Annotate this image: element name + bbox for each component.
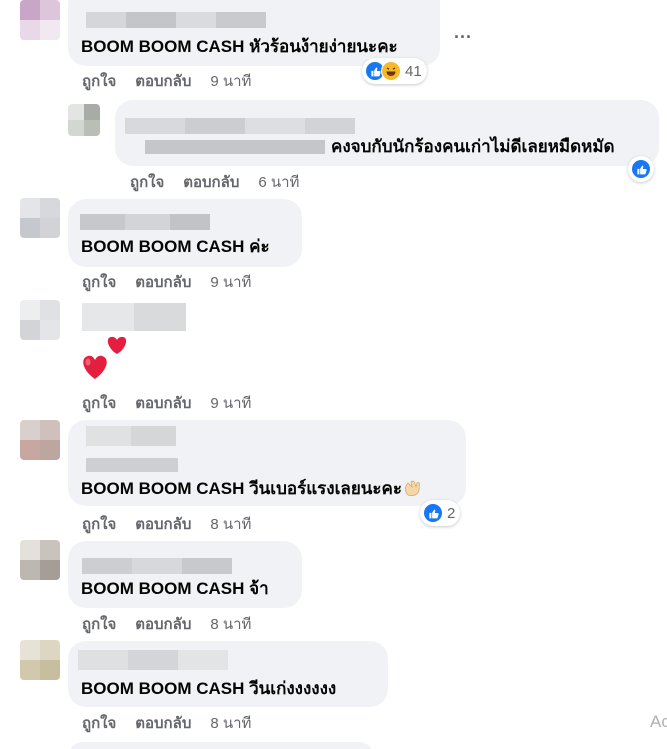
comment-text: BOOM BOOM CASH วีนเก่งงงงงง	[81, 679, 337, 698]
comment-bubble: BOOM BOOM CASH วีนเบอร์แรงเลยนะคะ	[68, 420, 466, 506]
avatar[interactable]	[20, 198, 60, 238]
timestamp[interactable]: 6 นาที	[258, 174, 299, 191]
reaction-summary[interactable]: 41	[362, 58, 427, 84]
comment-actions: ถูกใจ ตอบกลับ 9 นาที	[82, 274, 251, 292]
like-button[interactable]: ถูกใจ	[82, 516, 116, 533]
reaction-count: 41	[405, 62, 422, 80]
comment-bubble: BOOM BOOM CASH วีนเก่งงงงงง	[68, 641, 388, 707]
commenter-name[interactable]	[125, 118, 355, 134]
comment-actions: ถูกใจ ตอบกลับ 8 นาที	[82, 715, 251, 733]
reply-button[interactable]: ตอบกลับ	[135, 395, 191, 412]
reply-button[interactable]: ตอบกลับ	[135, 274, 191, 291]
watermark: Ac	[650, 712, 667, 731]
commenter-name[interactable]	[78, 650, 228, 670]
haha-icon	[381, 61, 401, 81]
timestamp[interactable]: 9 นาที	[210, 274, 251, 291]
reply-button[interactable]: ตอบกลับ	[135, 73, 191, 90]
timestamp[interactable]: 9 นาที	[210, 395, 251, 412]
like-button[interactable]: ถูกใจ	[130, 174, 164, 191]
more-options-icon[interactable]: ...	[454, 22, 472, 43]
like-button[interactable]: ถูกใจ	[82, 395, 116, 412]
commenter-name[interactable]	[80, 214, 210, 230]
reply-button[interactable]: ตอบกลับ	[135, 715, 191, 732]
like-button[interactable]: ถูกใจ	[82, 715, 116, 732]
reaction-summary[interactable]	[628, 156, 654, 182]
comment-text: BOOM BOOM CASH ค่ะ	[81, 237, 270, 256]
avatar[interactable]	[20, 640, 60, 680]
timestamp[interactable]: 8 นาที	[210, 715, 251, 732]
reaction-summary[interactable]: 2	[420, 500, 461, 526]
comment-actions: ถูกใจ ตอบกลับ 8 นาที	[82, 616, 251, 634]
commenter-name[interactable]	[86, 426, 176, 446]
like-icon	[631, 159, 651, 179]
comment-text: BOOM BOOM CASH วีนเบอร์แรงเลยนะคะ	[81, 478, 423, 500]
comment-text: BOOM BOOM CASH จ้า	[81, 579, 269, 598]
like-icon	[423, 503, 443, 523]
comment-bubble: BOOM BOOM CASH จ้า	[68, 541, 302, 608]
commenter-name[interactable]	[86, 12, 266, 28]
two-hearts-icon	[80, 336, 128, 380]
reply-button[interactable]: ตอบกลับ	[183, 174, 239, 191]
comment-bubble	[68, 742, 374, 749]
timestamp[interactable]: 8 นาที	[210, 616, 251, 633]
avatar[interactable]	[68, 104, 100, 136]
avatar[interactable]	[20, 540, 60, 580]
comment-actions: ถูกใจ ตอบกลับ 9 นาที	[82, 73, 251, 91]
reply-button[interactable]: ตอบกลับ	[135, 616, 191, 633]
reaction-count: 2	[447, 504, 456, 522]
comment-actions: ถูกใจ ตอบกลับ 9 นาที	[82, 395, 251, 413]
timestamp[interactable]: 8 นาที	[210, 516, 251, 533]
comment-actions: ถูกใจ ตอบกลับ 8 นาที	[82, 516, 251, 534]
clapping-hands-icon	[403, 479, 423, 497]
commenter-name[interactable]	[82, 558, 232, 574]
commenter-name[interactable]	[82, 303, 186, 331]
like-button[interactable]: ถูกใจ	[82, 616, 116, 633]
avatar[interactable]	[20, 420, 60, 460]
comment-text: คงจบกับนักร้องคนเก่าไม่ดีเลยหมืดหมัด	[331, 137, 615, 156]
reply-button[interactable]: ตอบกลับ	[135, 516, 191, 533]
comment-bubble: BOOM BOOM CASH ค่ะ	[68, 199, 302, 267]
like-button[interactable]: ถูกใจ	[82, 73, 116, 90]
comment-bubble: คงจบกับนักร้องคนเก่าไม่ดีเลยหมืดหมัด	[115, 100, 659, 166]
timestamp[interactable]: 9 นาที	[210, 73, 251, 90]
avatar[interactable]	[20, 0, 60, 40]
comment-actions: ถูกใจ ตอบกลับ 6 นาที	[130, 174, 299, 192]
comment-text: BOOM BOOM CASH หัวร้อนง้ายง่ายนะคะ	[81, 37, 398, 56]
comment-bubble: BOOM BOOM CASH หัวร้อนง้ายง่ายนะคะ	[68, 0, 440, 66]
avatar[interactable]	[20, 300, 60, 340]
like-button[interactable]: ถูกใจ	[82, 274, 116, 291]
